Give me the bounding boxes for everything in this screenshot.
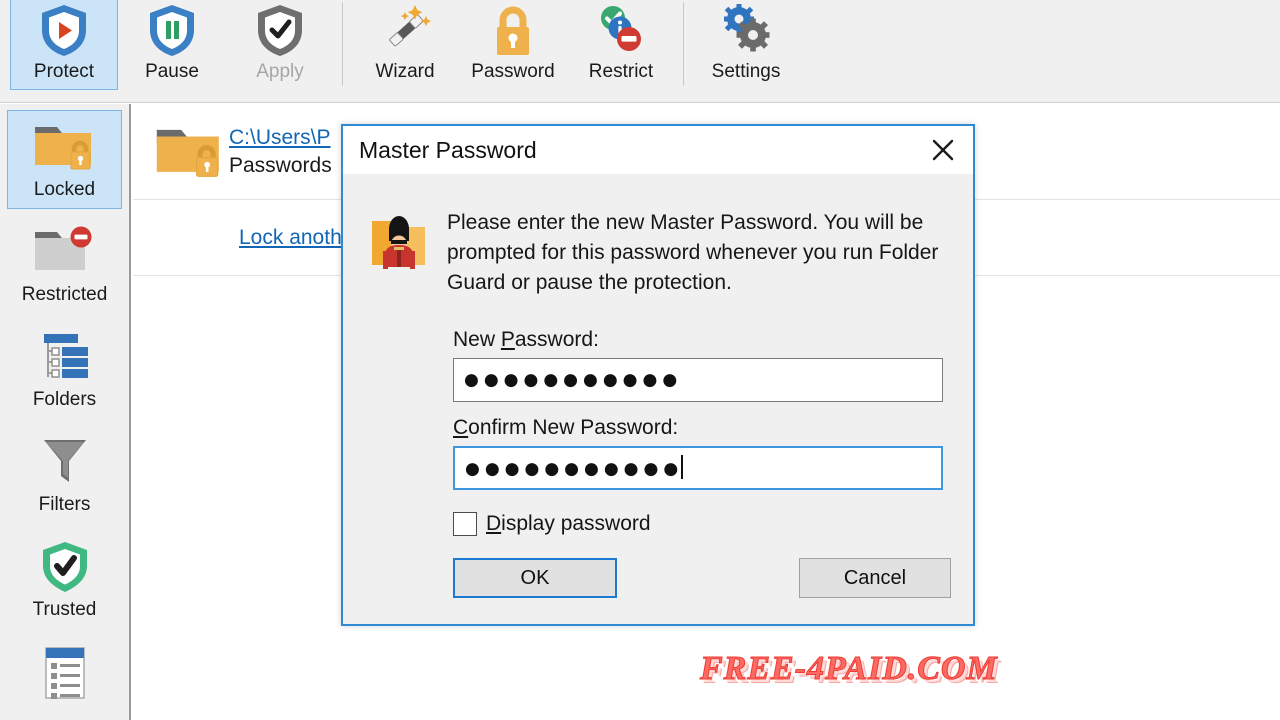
funnel-icon	[29, 431, 101, 493]
confirm-password-input[interactable]: ●●●●●●●●●●●	[453, 446, 943, 490]
padlock-icon	[483, 1, 543, 59]
confirm-password-row: Confirm New Password: ●●●●●●●●●●●	[343, 416, 973, 490]
report-list-icon	[29, 641, 101, 703]
toolbar-button-pause[interactable]: Pause	[118, 0, 226, 90]
folder-locked-icon	[153, 121, 229, 183]
dialog-body: Please enter the new Master Password. Yo…	[343, 174, 973, 624]
application-window: Protect Pause Apply Wizard Password Rest…	[0, 0, 1280, 720]
toolbar-button-settings[interactable]: Settings	[692, 0, 800, 90]
locked-item-subtitle: Passwords	[229, 153, 332, 177]
new-password-input[interactable]: ●●●●●●●●●●●	[453, 358, 943, 402]
sidebar-item-restricted[interactable]: Restricted	[7, 215, 122, 314]
toolbar-button-pause-label: Pause	[145, 61, 199, 82]
toolbar-button-wizard[interactable]: Wizard	[351, 0, 459, 90]
sidebar-item-report[interactable]	[7, 635, 122, 710]
sidebar-item-trusted-label: Trusted	[32, 599, 97, 620]
shield-check-gray-icon	[250, 1, 310, 59]
toolbar-button-settings-label: Settings	[711, 61, 781, 82]
sidebar-item-locked[interactable]: Locked	[7, 110, 122, 209]
display-password-checkbox[interactable]	[453, 512, 477, 536]
toolbar-button-wizard-label: Wizard	[375, 61, 435, 82]
ok-button[interactable]: OK	[453, 558, 617, 598]
dialog-buttons: OK Cancel	[453, 558, 973, 598]
shield-play-icon	[34, 1, 94, 59]
toolbar-button-apply-label: Apply	[256, 61, 304, 82]
dialog-title: Master Password	[359, 137, 537, 163]
master-password-dialog: Master Password Please enter the new Mas…	[341, 124, 975, 626]
main-toolbar: Protect Pause Apply Wizard Password Rest…	[0, 0, 1280, 103]
toolbar-button-password[interactable]: Password	[459, 0, 567, 90]
sidebar-item-restricted-label: Restricted	[21, 284, 108, 305]
magic-wand-icon	[375, 1, 435, 59]
sidebar-item-trusted[interactable]: Trusted	[7, 530, 122, 629]
new-password-row: New Password: ●●●●●●●●●●●	[343, 328, 973, 402]
toolbar-separator-2	[683, 2, 684, 86]
confirm-password-label: Confirm New Password:	[453, 416, 679, 439]
dialog-titlebar: Master Password	[343, 126, 973, 174]
gears-icon	[716, 1, 776, 59]
folder-guard-person-icon	[369, 208, 431, 298]
toolbar-button-protect-label: Protect	[33, 61, 95, 82]
display-password-row[interactable]: Display password	[453, 512, 973, 536]
display-password-label: Display password	[486, 512, 651, 535]
folder-restricted-icon	[29, 221, 101, 283]
sidebar-item-locked-label: Locked	[33, 179, 96, 200]
folder-locked-icon	[29, 116, 101, 178]
sidebar-item-folders-label: Folders	[32, 389, 97, 410]
left-sidebar: Locked Restricted Folders Filters Truste…	[0, 104, 131, 720]
shield-check-green-icon	[29, 536, 101, 598]
dialog-prompt-text: Please enter the new Master Password. Yo…	[447, 211, 939, 294]
watermark: FREE-4PAID.COM	[700, 650, 998, 688]
close-icon[interactable]	[913, 127, 973, 173]
shield-pause-icon	[142, 1, 202, 59]
toolbar-button-restrict[interactable]: Restrict	[567, 0, 675, 90]
toolbar-button-password-label: Password	[471, 61, 555, 82]
dialog-prompt: Please enter the new Master Password. Yo…	[343, 174, 973, 298]
new-password-value: ●●●●●●●●●●●	[464, 370, 683, 390]
sidebar-item-filters-label: Filters	[38, 494, 91, 515]
locked-item-path-link[interactable]: C:\Users\P	[229, 124, 332, 152]
cancel-button[interactable]: Cancel	[799, 558, 951, 598]
lock-another-link[interactable]: Lock anoth	[239, 226, 342, 250]
folder-tree-icon	[29, 326, 101, 388]
sidebar-item-filters[interactable]: Filters	[7, 425, 122, 524]
text-caret	[681, 455, 684, 479]
new-password-label: New Password:	[453, 328, 599, 351]
locked-item-text: C:\Users\P Passwords	[229, 124, 332, 180]
toolbar-button-restrict-label: Restrict	[588, 61, 654, 82]
confirm-password-value: ●●●●●●●●●●●	[465, 459, 684, 479]
restrict-circles-icon	[591, 1, 651, 59]
toolbar-button-protect[interactable]: Protect	[10, 0, 118, 90]
toolbar-button-apply[interactable]: Apply	[226, 0, 334, 90]
sidebar-item-folders[interactable]: Folders	[7, 320, 122, 419]
toolbar-separator	[342, 2, 343, 86]
